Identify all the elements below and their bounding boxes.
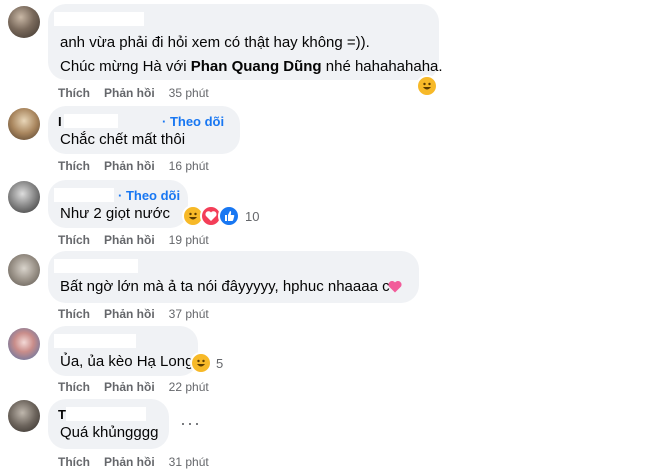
- comment-actions: Thích Phản hồi 37 phút: [58, 307, 223, 321]
- comment-text: Bất ngờ lớn mà ả ta nói đâyyyyy, hphuc n…: [60, 278, 390, 295]
- comment-text: anh vừa phải đi hỏi xem có thật hay khôn…: [60, 34, 370, 51]
- heart-emoji-icon: [388, 280, 402, 298]
- reply-button[interactable]: Phản hồi: [104, 380, 155, 394]
- timestamp[interactable]: 22 phút: [169, 380, 209, 394]
- avatar[interactable]: [8, 254, 40, 286]
- comment-bubble: Bất ngờ lớn mà ả ta nói đâyyyyy, hphuc n…: [48, 251, 419, 303]
- timestamp[interactable]: 37 phút: [169, 307, 209, 321]
- haha-icon: [416, 75, 438, 97]
- comment-actions: Thích Phản hồi 16 phút: [58, 159, 223, 173]
- redacted-name: [54, 188, 114, 202]
- comment-text: Chắc chết mất thôi: [60, 131, 186, 148]
- reaction-summary[interactable]: [416, 75, 438, 97]
- like-button[interactable]: Thích: [58, 380, 90, 394]
- timestamp[interactable]: 19 phút: [169, 233, 209, 247]
- comment-actions: Thích Phản hồi 22 phút: [58, 380, 223, 394]
- like-button[interactable]: Thích: [58, 307, 90, 321]
- like-button[interactable]: Thích: [58, 86, 90, 100]
- reply-button[interactable]: Phản hồi: [104, 159, 155, 173]
- avatar[interactable]: [8, 108, 40, 140]
- redacted-name: [54, 259, 138, 273]
- like-button[interactable]: Thích: [58, 159, 90, 173]
- comment-actions: Thích Phản hồi 19 phút: [58, 233, 223, 247]
- comment-text: Quá khủngggg: [60, 424, 159, 441]
- avatar[interactable]: [8, 328, 40, 360]
- comment-text: Chúc mừng Hà với Phan Quang Dũng nhé hah…: [60, 58, 443, 75]
- haha-icon: [190, 352, 212, 374]
- timestamp[interactable]: 16 phút: [169, 159, 209, 173]
- redacted-name: [66, 407, 146, 421]
- avatar[interactable]: [8, 181, 40, 213]
- like-button[interactable]: Thích: [58, 455, 90, 469]
- comment-actions: Thích Phản hồi 35 phút: [58, 86, 223, 100]
- comment-bubble: · Theo dõi Như 2 giọt nước: [48, 180, 188, 228]
- timestamp[interactable]: 35 phút: [169, 86, 209, 100]
- comment-actions: Thích Phản hồi 31 phút: [58, 455, 223, 469]
- timestamp[interactable]: 31 phút: [169, 455, 209, 469]
- avatar[interactable]: [8, 400, 40, 432]
- comment-bubble: T Quá khủngggg: [48, 399, 169, 449]
- reaction-summary[interactable]: 5: [190, 352, 223, 374]
- comment-author[interactable]: I: [58, 114, 62, 129]
- reaction-summary[interactable]: 10: [182, 205, 259, 227]
- comment-bubble: Ủa, ủa kèo Hạ Long: [48, 326, 198, 376]
- comment-bubble: I · Theo dõi Chắc chết mất thôi: [48, 106, 240, 154]
- reply-button[interactable]: Phản hồi: [104, 307, 155, 321]
- reaction-count: 5: [216, 355, 224, 371]
- redacted-name: [54, 334, 136, 348]
- follow-link[interactable]: · Theo dõi: [162, 114, 224, 129]
- avatar[interactable]: [8, 6, 40, 38]
- reply-button[interactable]: Phản hồi: [104, 86, 155, 100]
- redacted-name: [54, 12, 144, 26]
- more-options-icon[interactable]: ···: [180, 413, 201, 434]
- like-icon: [218, 205, 240, 227]
- like-button[interactable]: Thích: [58, 233, 90, 247]
- reply-button[interactable]: Phản hồi: [104, 455, 155, 469]
- follow-link[interactable]: · Theo dõi: [118, 188, 180, 203]
- reaction-count: 10: [245, 208, 260, 224]
- redacted-name: [64, 114, 118, 128]
- reply-button[interactable]: Phản hồi: [104, 233, 155, 247]
- comment-bubble: anh vừa phải đi hỏi xem có thật hay khôn…: [48, 4, 443, 80]
- comment-text: Ủa, ủa kèo Hạ Long: [60, 353, 194, 370]
- comment-text: Như 2 giọt nước: [60, 205, 170, 222]
- mention-link[interactable]: Phan Quang Dũng: [191, 58, 322, 75]
- comment-author[interactable]: T: [58, 407, 66, 422]
